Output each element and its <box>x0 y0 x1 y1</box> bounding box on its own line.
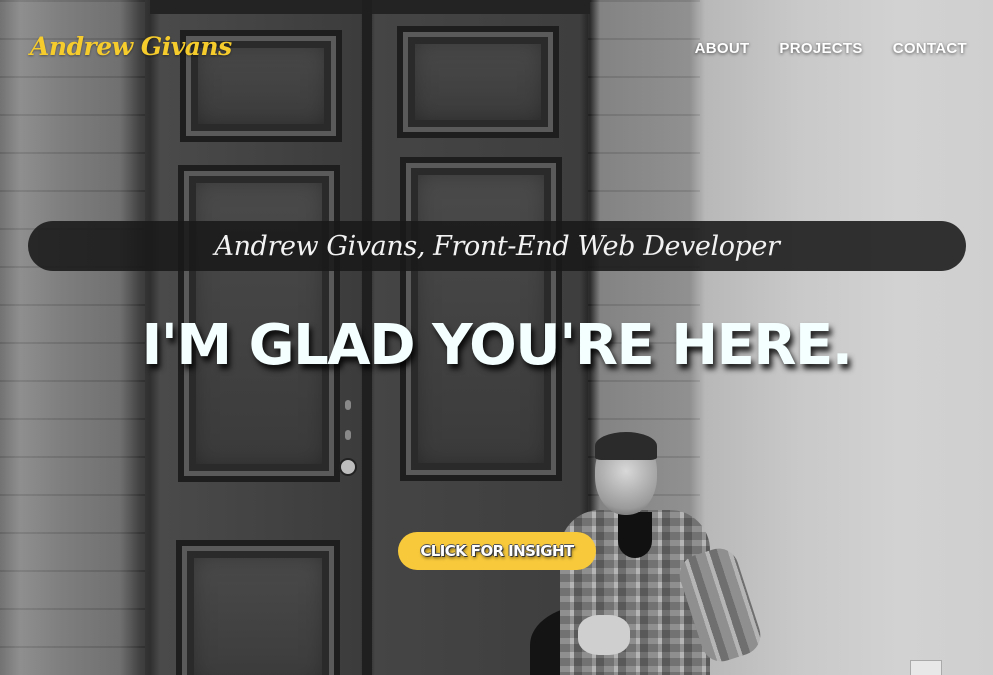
background-door-panel <box>397 26 559 138</box>
nav-link-contact[interactable]: CONTACT <box>893 40 967 57</box>
nav-link-about[interactable]: ABOUT <box>695 40 750 57</box>
nav-link-projects[interactable]: PROJECTS <box>779 40 862 57</box>
background-lock <box>345 430 351 440</box>
subtitle-bar: Andrew Givans, Front-End Web Developer <box>28 221 966 271</box>
subtitle-text: Andrew Givans, Front-End Web Developer <box>214 230 780 262</box>
hero-section: Andrew Givans ABOUT PROJECTS CONTACT And… <box>0 0 993 675</box>
person-hand <box>578 615 630 655</box>
background-outlet <box>910 660 942 675</box>
site-logo[interactable]: Andrew Givans <box>30 32 232 61</box>
insight-button[interactable]: CLICK FOR INSIGHT <box>398 532 596 570</box>
person-tee <box>618 512 652 558</box>
background-door-handle <box>339 458 357 476</box>
person-hair <box>595 432 657 460</box>
background-door-panel <box>176 540 340 675</box>
main-nav: ABOUT PROJECTS CONTACT <box>695 40 967 57</box>
background-lock <box>345 400 351 410</box>
hero-headline: I'M GLAD YOU'RE HERE. <box>141 313 853 378</box>
